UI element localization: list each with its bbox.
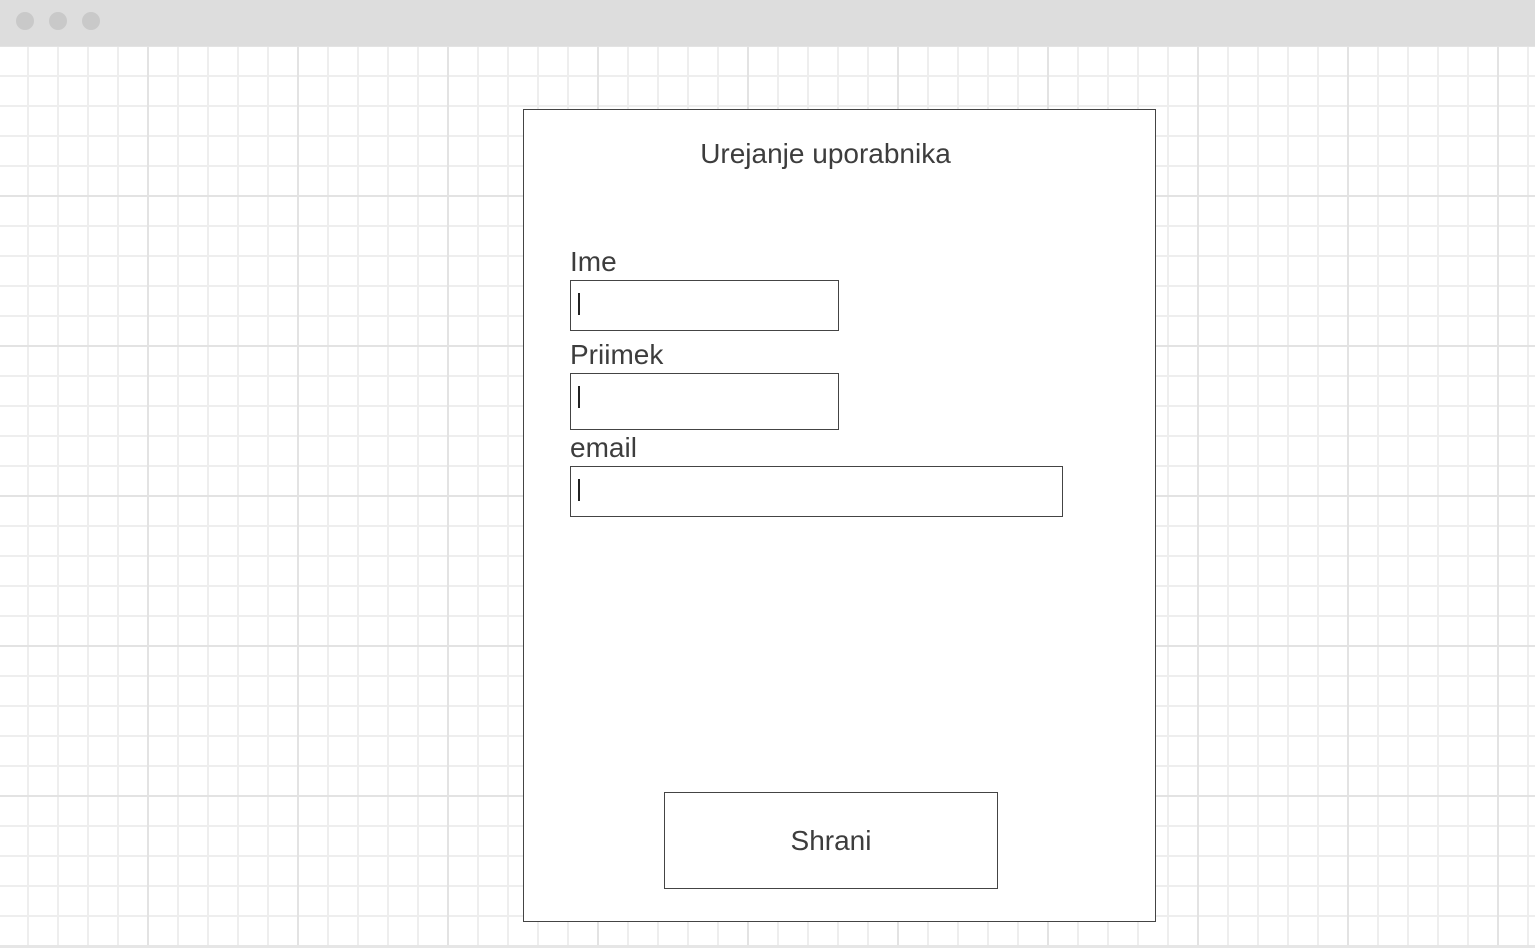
- last-name-label: Priimek: [570, 339, 664, 370]
- edit-user-form: Urejanje uporabnika Ime Priimek email Sh…: [523, 109, 1156, 922]
- window-titlebar: [0, 0, 1535, 46]
- text-caret: [578, 479, 580, 501]
- save-button-label: Shrani: [790, 824, 872, 856]
- first-name-input[interactable]: [570, 280, 839, 331]
- text-caret: [578, 386, 580, 408]
- window-minimize-button[interactable]: [49, 12, 67, 30]
- window-close-button[interactable]: [16, 12, 34, 30]
- text-caret: [578, 293, 580, 315]
- email-input[interactable]: [570, 466, 1063, 517]
- last-name-input[interactable]: [570, 373, 839, 430]
- first-name-label: Ime: [570, 246, 617, 277]
- save-button[interactable]: Shrani: [664, 792, 998, 889]
- email-label: email: [570, 432, 637, 463]
- window-maximize-button[interactable]: [82, 12, 100, 30]
- form-title: Urejanje uporabnika: [700, 138, 951, 169]
